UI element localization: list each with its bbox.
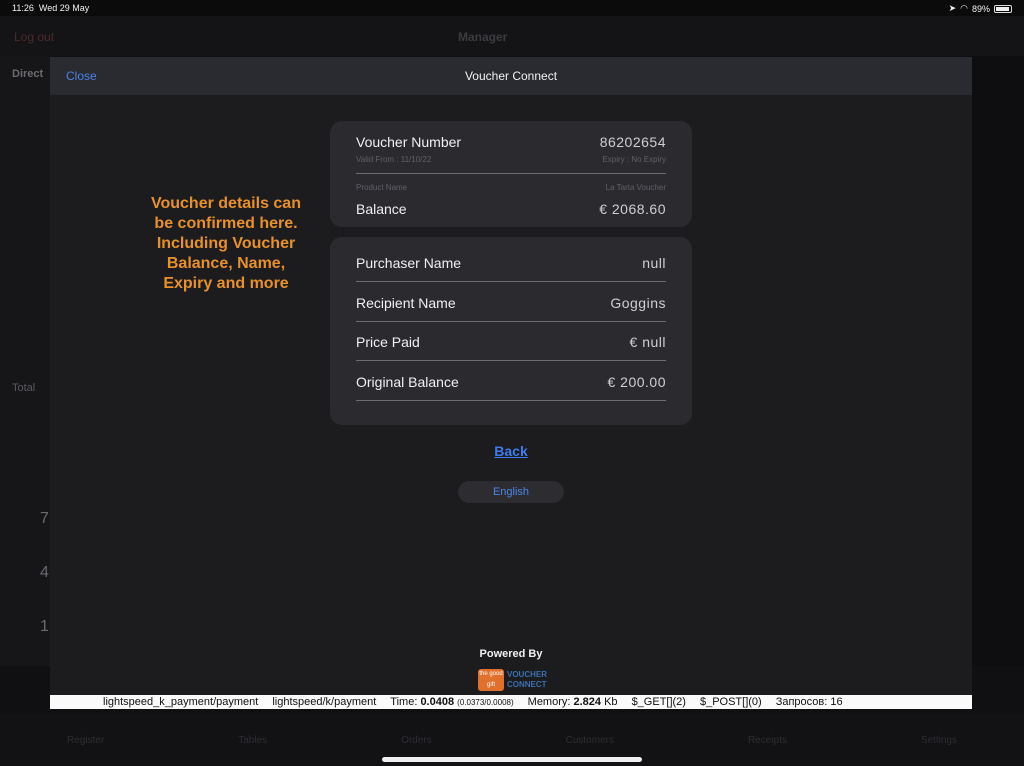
original-balance-row: Original Balance € 200.00: [356, 374, 666, 390]
purchaser-label: Purchaser Name: [356, 255, 462, 271]
product-name-label: Product Name: [356, 183, 408, 192]
original-balance-value: € 200.00: [607, 374, 666, 390]
voucher-connect-modal: Close Voucher Connect Voucher details ca…: [50, 57, 972, 709]
background-right-panel: [972, 56, 1024, 666]
voucher-connect-logo: the good gift VOUCHER CONNECT: [478, 669, 547, 691]
total-label: Total: [12, 382, 36, 394]
logout-button: Log out: [14, 30, 55, 44]
original-balance-label: Original Balance: [356, 374, 459, 390]
tab-tables: Tables: [238, 734, 268, 746]
keypad-digit: 1: [40, 618, 49, 635]
debug-time[interactable]: Time: 0.0408 (0.0373/0.0008): [390, 696, 513, 708]
battery-percent: 89%: [971, 3, 990, 14]
balance-value: € 2068.60: [599, 201, 666, 217]
debug-requests[interactable]: Запросов: 16: [776, 696, 843, 708]
keypad-digit: 4: [40, 564, 49, 581]
tab-register: Register: [66, 734, 105, 746]
background-header: Log out Manager: [0, 16, 1024, 56]
purchaser-value: null: [642, 255, 666, 271]
modal-header: Close Voucher Connect: [50, 57, 972, 95]
divider: [356, 281, 666, 282]
powered-by-label: Powered By: [479, 648, 543, 660]
tab-orders: Orders: [401, 734, 432, 746]
debug-toolbar: lightspeed_k_payment/payment lightspeed/…: [50, 695, 972, 709]
divider: [356, 360, 666, 361]
recipient-value: Goggins: [610, 295, 666, 311]
tab-settings: Settings: [920, 734, 957, 746]
tab-customers: Customers: [565, 734, 614, 746]
good-gift-badge-icon: the good gift: [478, 669, 504, 691]
divider: [356, 321, 666, 322]
voucher-number-value: 86202654: [599, 134, 666, 150]
back-link[interactable]: Back: [50, 443, 972, 459]
language-selector[interactable]: English: [458, 481, 564, 503]
tab-receipts: Receipts: [747, 734, 787, 746]
keypad-digit: 7: [40, 510, 49, 527]
manager-label: Manager: [458, 30, 508, 44]
wifi-icon: ◠: [960, 3, 968, 13]
divider: [356, 400, 666, 401]
balance-row: Balance € 2068.60: [356, 201, 666, 217]
expiry-text: Expiry : No Expiry: [602, 155, 666, 164]
status-time: 11:26 Wed 29 May: [12, 3, 90, 13]
modal-title: Voucher Connect: [464, 69, 558, 83]
status-indicators: ➤ ◠ 89%: [949, 3, 1012, 14]
divider: [356, 173, 666, 174]
annotation-callout: Voucher details can be confirmed here. I…: [151, 195, 301, 292]
purchaser-row: Purchaser Name null: [356, 255, 666, 271]
balance-label: Balance: [356, 201, 407, 217]
debug-post[interactable]: $_POST[](0): [700, 696, 762, 708]
debug-memory[interactable]: Memory: 2.824 Kb: [528, 696, 618, 708]
debug-route-path[interactable]: lightspeed/k/payment: [272, 696, 376, 708]
voucher-summary-card: Voucher Number 86202654 Valid From : 11/…: [330, 121, 692, 227]
validity-row: Valid From : 11/10/22 Expiry : No Expiry: [356, 155, 666, 164]
logo-wordmark: VOUCHER CONNECT: [507, 670, 548, 689]
price-paid-row: Price Paid € null: [356, 334, 666, 350]
status-bar: 11:26 Wed 29 May ➤ ◠ 89%: [0, 0, 1024, 16]
valid-from-text: Valid From : 11/10/22: [356, 155, 432, 164]
voucher-details-card: Purchaser Name null Recipient Name Goggi…: [330, 237, 692, 425]
product-name-value: La Tarta Voucher: [605, 183, 666, 192]
debug-get[interactable]: $_GET[](2): [632, 696, 686, 708]
recipient-row: Recipient Name Goggins: [356, 295, 666, 311]
price-paid-label: Price Paid: [356, 334, 420, 350]
direct-label: Direct: [12, 68, 44, 80]
product-name-row: Product Name La Tarta Voucher: [356, 183, 666, 192]
background-left-panel: Direct Total 7 4 1: [0, 56, 50, 666]
location-icon: ➤: [948, 3, 957, 13]
home-indicator[interactable]: [382, 757, 642, 762]
voucher-number-label: Voucher Number: [356, 134, 462, 150]
recipient-label: Recipient Name: [356, 295, 456, 311]
voucher-number-row: Voucher Number 86202654: [356, 134, 666, 150]
battery-icon: [994, 4, 1012, 13]
price-paid-value: € null: [629, 334, 666, 350]
debug-route[interactable]: lightspeed_k_payment/payment: [103, 696, 258, 708]
